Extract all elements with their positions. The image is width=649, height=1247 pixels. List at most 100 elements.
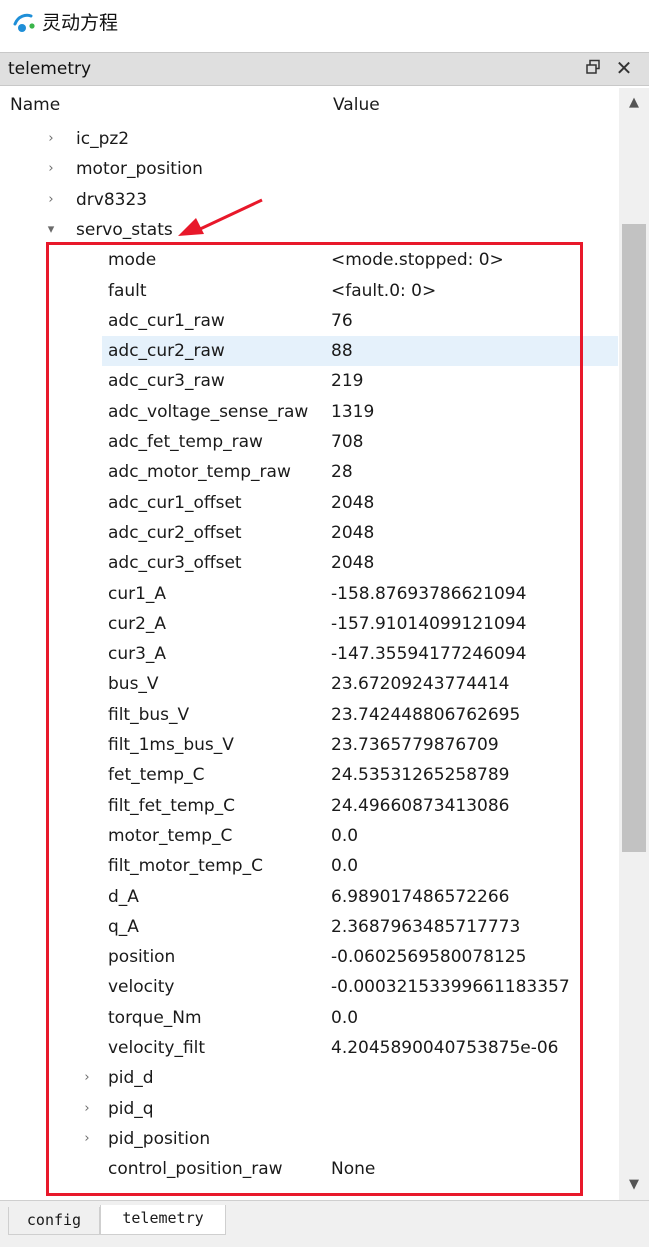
tree-row-name: q_A [108, 916, 139, 937]
tree-row[interactable]: cur1_A -158.87693786621094 [0, 579, 618, 609]
tree-row-value: 2.3687963485717773 [331, 916, 521, 937]
tree-row-value: <fault.0: 0> [331, 280, 437, 301]
tree-row[interactable]: adc_cur1_raw 76 [0, 306, 618, 336]
tree-row-value: 2048 [331, 553, 375, 574]
tree-row-name: filt_1ms_bus_V [108, 735, 234, 755]
tree-row[interactable]: adc_fet_temp_raw 708 [0, 427, 618, 457]
tree-row-name: control_position_raw [108, 1159, 283, 1180]
tree-row-value: -0.00032153399661183357 [331, 977, 570, 998]
scroll-up-arrow-icon[interactable]: ▲ [619, 88, 649, 118]
tree-row-value: <mode.stopped: 0> [331, 250, 504, 271]
tree-row-value: 219 [331, 371, 364, 392]
column-header-value[interactable]: Value [333, 94, 380, 116]
tab-telemetry[interactable]: telemetry [100, 1205, 226, 1235]
vertical-scrollbar[interactable]: ▲ ▼ [619, 88, 649, 1200]
tree-row[interactable]: fet_temp_C 24.53531265258789 [0, 760, 618, 790]
close-icon[interactable]: ✕ [614, 57, 634, 79]
tree-row[interactable]: d_A 6.989017486572266 [0, 882, 618, 912]
column-header-name[interactable]: Name [10, 94, 60, 116]
tree-row[interactable]: velocity_filt 4.2045890040753875e-06 [0, 1033, 618, 1063]
tree-row-name: adc_cur2_offset [108, 522, 242, 543]
chevron-right-icon[interactable]: › [44, 191, 58, 209]
tree-row-name: adc_cur3_raw [108, 371, 225, 392]
tree-row-value: 0.0 [331, 825, 359, 846]
tree-row-name: adc_cur3_offset [108, 553, 242, 574]
tree-row-value: 2048 [331, 492, 375, 513]
tree-row[interactable]: q_A 2.3687963485717773 [0, 912, 618, 942]
tree-row[interactable]: filt_fet_temp_C 24.49660873413086 [0, 791, 618, 821]
chevron-down-icon[interactable]: ▾ [44, 221, 58, 239]
tree-row[interactable]: bus_V 23.67209243774414 [0, 669, 618, 699]
chevron-right-icon[interactable]: › [80, 1069, 94, 1087]
chevron-right-icon[interactable]: › [44, 160, 58, 178]
tree-row[interactable]: cur3_A -147.35594177246094 [0, 639, 618, 669]
tree-row-name: cur2_A [108, 613, 167, 634]
tree-row-value: 23.742448806762695 [331, 704, 521, 725]
tree-row[interactable]: cur2_A -157.91014099121094 [0, 609, 618, 639]
tree-row[interactable]: › pid_d [0, 1063, 618, 1093]
tree-row[interactable]: filt_1ms_bus_V 23.7365779876709 [0, 730, 618, 760]
tree-row[interactable]: › ic_pz2 [0, 124, 618, 154]
tree-row-value: 2048 [331, 522, 375, 543]
float-window-icon[interactable] [584, 59, 602, 77]
tree-row-name: filt_motor_temp_C [108, 856, 263, 877]
tree-row-value: 24.53531265258789 [331, 765, 510, 786]
tree-row-name: adc_cur1_offset [108, 492, 242, 513]
tree-row-name: cur1_A [108, 583, 167, 604]
scroll-down-arrow-icon[interactable]: ▼ [619, 1170, 649, 1200]
tree-row-name: cur3_A [108, 644, 167, 665]
tree-row-value: -0.0602569580078125 [331, 947, 527, 968]
tree-row-name: motor_position [76, 159, 203, 180]
chevron-right-icon[interactable]: › [80, 1130, 94, 1148]
tree-row[interactable]: fault <fault.0: 0> [0, 276, 618, 306]
tree-row[interactable]: adc_cur2_raw 88 [0, 336, 618, 367]
tree-row[interactable]: adc_cur1_offset 2048 [0, 488, 618, 518]
tree-row-value: None [331, 1159, 376, 1180]
tree-row[interactable]: motor_temp_C 0.0 [0, 821, 618, 851]
tree-row-value: 708 [331, 432, 364, 452]
tree-row-value: -157.91014099121094 [331, 613, 527, 634]
app-titlebar: 灵动方程 [0, 0, 649, 48]
tree-row-name: pid_position [108, 1128, 211, 1149]
tree-row-name: pid_d [108, 1068, 154, 1089]
telemetry-tree[interactable]: Name Value › ic_pz2 › motor_position › drv832… [0, 88, 649, 1200]
tree-row[interactable]: ▾ servo_stats [0, 215, 618, 245]
chevron-right-icon[interactable]: › [44, 130, 58, 148]
tree-row[interactable]: adc_cur2_offset 2048 [0, 518, 618, 548]
dock-header: telemetry ✕ [0, 52, 649, 86]
tree-row-value: 24.49660873413086 [331, 795, 510, 816]
tree-row[interactable]: adc_motor_temp_raw 28 [0, 457, 618, 487]
tree-row[interactable]: velocity -0.00032153399661183357 [0, 972, 618, 1002]
tree-row[interactable]: adc_cur3_raw 219 [0, 366, 618, 396]
chevron-right-icon[interactable]: › [80, 1100, 94, 1118]
tree-row[interactable]: torque_Nm 0.0 [0, 1003, 618, 1033]
tree-row-name: motor_temp_C [108, 825, 233, 846]
tree-row-name: adc_cur2_raw [108, 341, 225, 362]
tree-row[interactable]: mode <mode.stopped: 0> [0, 245, 618, 275]
scrollbar-thumb[interactable] [622, 224, 646, 852]
tab-config[interactable]: config [8, 1207, 100, 1235]
tree-row[interactable]: › pid_position [0, 1124, 618, 1154]
tree-row-name: pid_q [108, 1098, 154, 1119]
tree-row[interactable]: filt_motor_temp_C 0.0 [0, 851, 618, 881]
tree-row[interactable]: control_position_raw None [0, 1154, 618, 1184]
tree-row[interactable]: position -0.0602569580078125 [0, 942, 618, 972]
tree-row[interactable]: › pid_q [0, 1094, 618, 1124]
tree-row[interactable]: › drv8323 [0, 185, 618, 215]
tree-row-value: 0.0 [331, 856, 359, 877]
tree-row-name: filt_bus_V [108, 704, 190, 725]
tree-row[interactable]: › motor_position [0, 154, 618, 184]
tree-row-name: filt_fet_temp_C [108, 795, 236, 816]
tree-row-value: 28 [331, 462, 353, 483]
tree-row[interactable]: adc_cur3_offset 2048 [0, 548, 618, 578]
tree-row-name: velocity_filt [108, 1038, 206, 1058]
tree-row[interactable]: filt_bus_V 23.742448806762695 [0, 700, 618, 730]
app-title: 灵动方程 [42, 12, 119, 34]
tree-row-value: 6.989017486572266 [331, 886, 510, 907]
tree-row-name: torque_Nm [108, 1007, 202, 1028]
tree-row[interactable]: adc_voltage_sense_raw 1319 [0, 397, 618, 427]
tree-row-name: bus_V [108, 674, 159, 695]
tree-row-value: 23.67209243774414 [331, 674, 510, 695]
tree-row-value: 1319 [331, 401, 375, 422]
tree-row-name: adc_motor_temp_raw [108, 462, 291, 483]
